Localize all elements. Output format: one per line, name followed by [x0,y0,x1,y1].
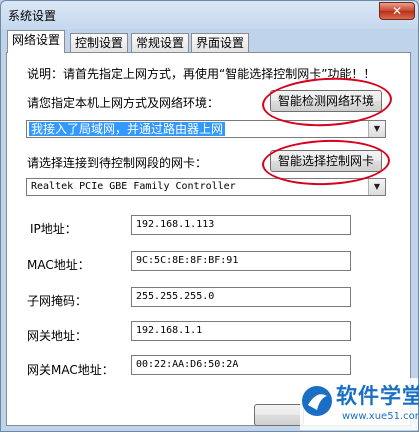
gateway-mac-field[interactable]: 00:22:AA:D6:50:2A [131,355,351,375]
gateway-address-label: 网关地址： [27,329,88,343]
tab-network-settings[interactable]: 网络设置 [7,30,66,53]
chevron-down-icon[interactable]: ▼ [368,121,385,137]
nic-label: 请选择连接到待控制网段的网卡： [27,156,208,170]
window-title: 系统设置 [8,9,57,23]
close-icon: ✕ [391,4,403,18]
tab-interface-settings[interactable]: 界面设置 [191,33,250,52]
tab-control-settings[interactable]: 控制设置 [70,33,129,52]
tab-general-settings[interactable]: 常规设置 [131,33,190,52]
watermark-url: www.xue51.com [342,411,419,422]
mac-address-label: MAC地址： [27,258,90,272]
close-button[interactable]: ✕ [379,2,415,20]
gateway-address-field[interactable]: 192.168.1.1 [131,321,351,341]
chevron-down-icon[interactable]: ▼ [368,179,385,195]
nic-value: Realtek PCIe GBE Family Controller [31,181,236,192]
watermark-brand: 软件学堂 [336,384,419,408]
mac-address-field[interactable]: 9C:5C:8E:8F:BF:91 [131,251,351,271]
subnet-mask-field[interactable]: 255.255.255.0 [131,287,351,307]
logo-icon [302,386,332,416]
ip-address-field[interactable]: 192.168.1.113 [131,215,351,235]
ok-button[interactable] [254,404,304,426]
subnet-mask-label: 子网掩码： [27,294,88,308]
watermark: 软件学堂 www.xue51.com [300,378,419,430]
network-env-value: 我接入了局域网，并通过路由器上网 [29,122,226,136]
gateway-mac-label: 网关MAC地址： [27,363,114,377]
network-env-label: 请您指定本机上网方式及网络环境： [27,96,220,110]
ip-address-label: IP地址： [30,222,77,236]
